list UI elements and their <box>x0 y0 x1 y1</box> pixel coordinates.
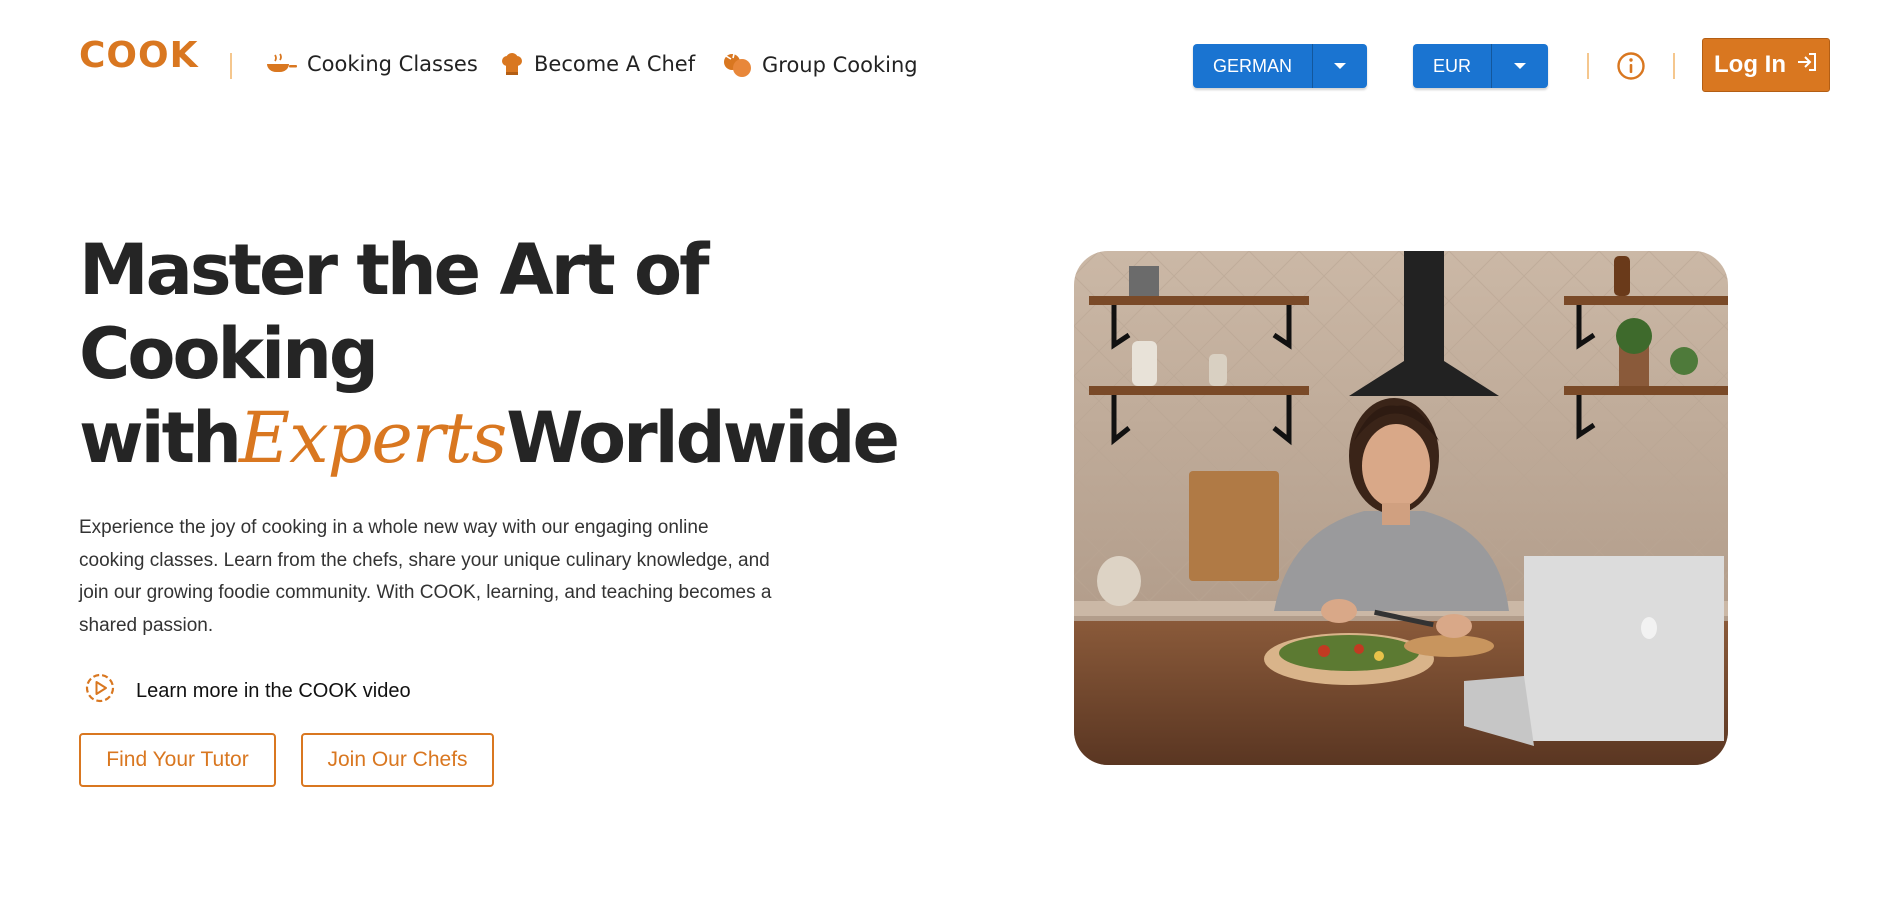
hero-title-accent: Experts <box>238 397 507 479</box>
nav-cooking-classes[interactable]: Cooking Classes <box>265 52 478 76</box>
video-link[interactable]: Learn more in the COOK video <box>84 672 411 710</box>
nav-become-a-chef[interactable]: Become A Chef <box>500 52 695 76</box>
header-divider <box>1587 53 1589 79</box>
header-divider <box>230 53 232 79</box>
language-select[interactable]: GERMAN <box>1193 44 1368 88</box>
hero-title: Master the Art of Cooking withExpertsWor… <box>79 228 900 480</box>
nav-label: Cooking Classes <box>307 52 478 76</box>
hero-title-line1: Master the Art of <box>79 229 710 311</box>
site-logo[interactable]: COOK <box>79 38 199 74</box>
currency-select[interactable]: EUR <box>1413 44 1549 88</box>
pan-icon <box>265 52 297 76</box>
hero-title-end: Worldwide <box>506 397 900 479</box>
hero-title-with: with <box>79 397 242 479</box>
chef-hat-icon <box>500 52 524 76</box>
login-arrow-icon <box>1796 51 1818 80</box>
caret-down-icon <box>1312 44 1367 88</box>
info-icon[interactable] <box>1616 51 1646 85</box>
hero-description: Experience the joy of cooking in a whole… <box>79 517 772 636</box>
video-link-label: Learn more in the COOK video <box>136 679 411 702</box>
play-circle-icon <box>84 672 116 710</box>
find-tutor-button[interactable]: Find Your Tutor <box>79 733 276 787</box>
nav-label: Become A Chef <box>534 52 696 76</box>
hero-title-line2: Cooking <box>79 313 379 395</box>
hero-image <box>1074 251 1728 765</box>
currency-value: EUR <box>1433 55 1472 76</box>
caret-down-icon <box>1491 44 1548 88</box>
nav-label: Group Cooking <box>762 53 918 77</box>
login-label: Log In <box>1714 51 1786 78</box>
group-food-icon <box>722 52 752 78</box>
login-button[interactable]: Log In <box>1702 38 1830 92</box>
nav-group-cooking[interactable]: Group Cooking <box>722 52 918 78</box>
header-divider <box>1673 53 1675 79</box>
join-chefs-button[interactable]: Join Our Chefs <box>301 733 494 787</box>
language-value: GERMAN <box>1213 55 1293 76</box>
